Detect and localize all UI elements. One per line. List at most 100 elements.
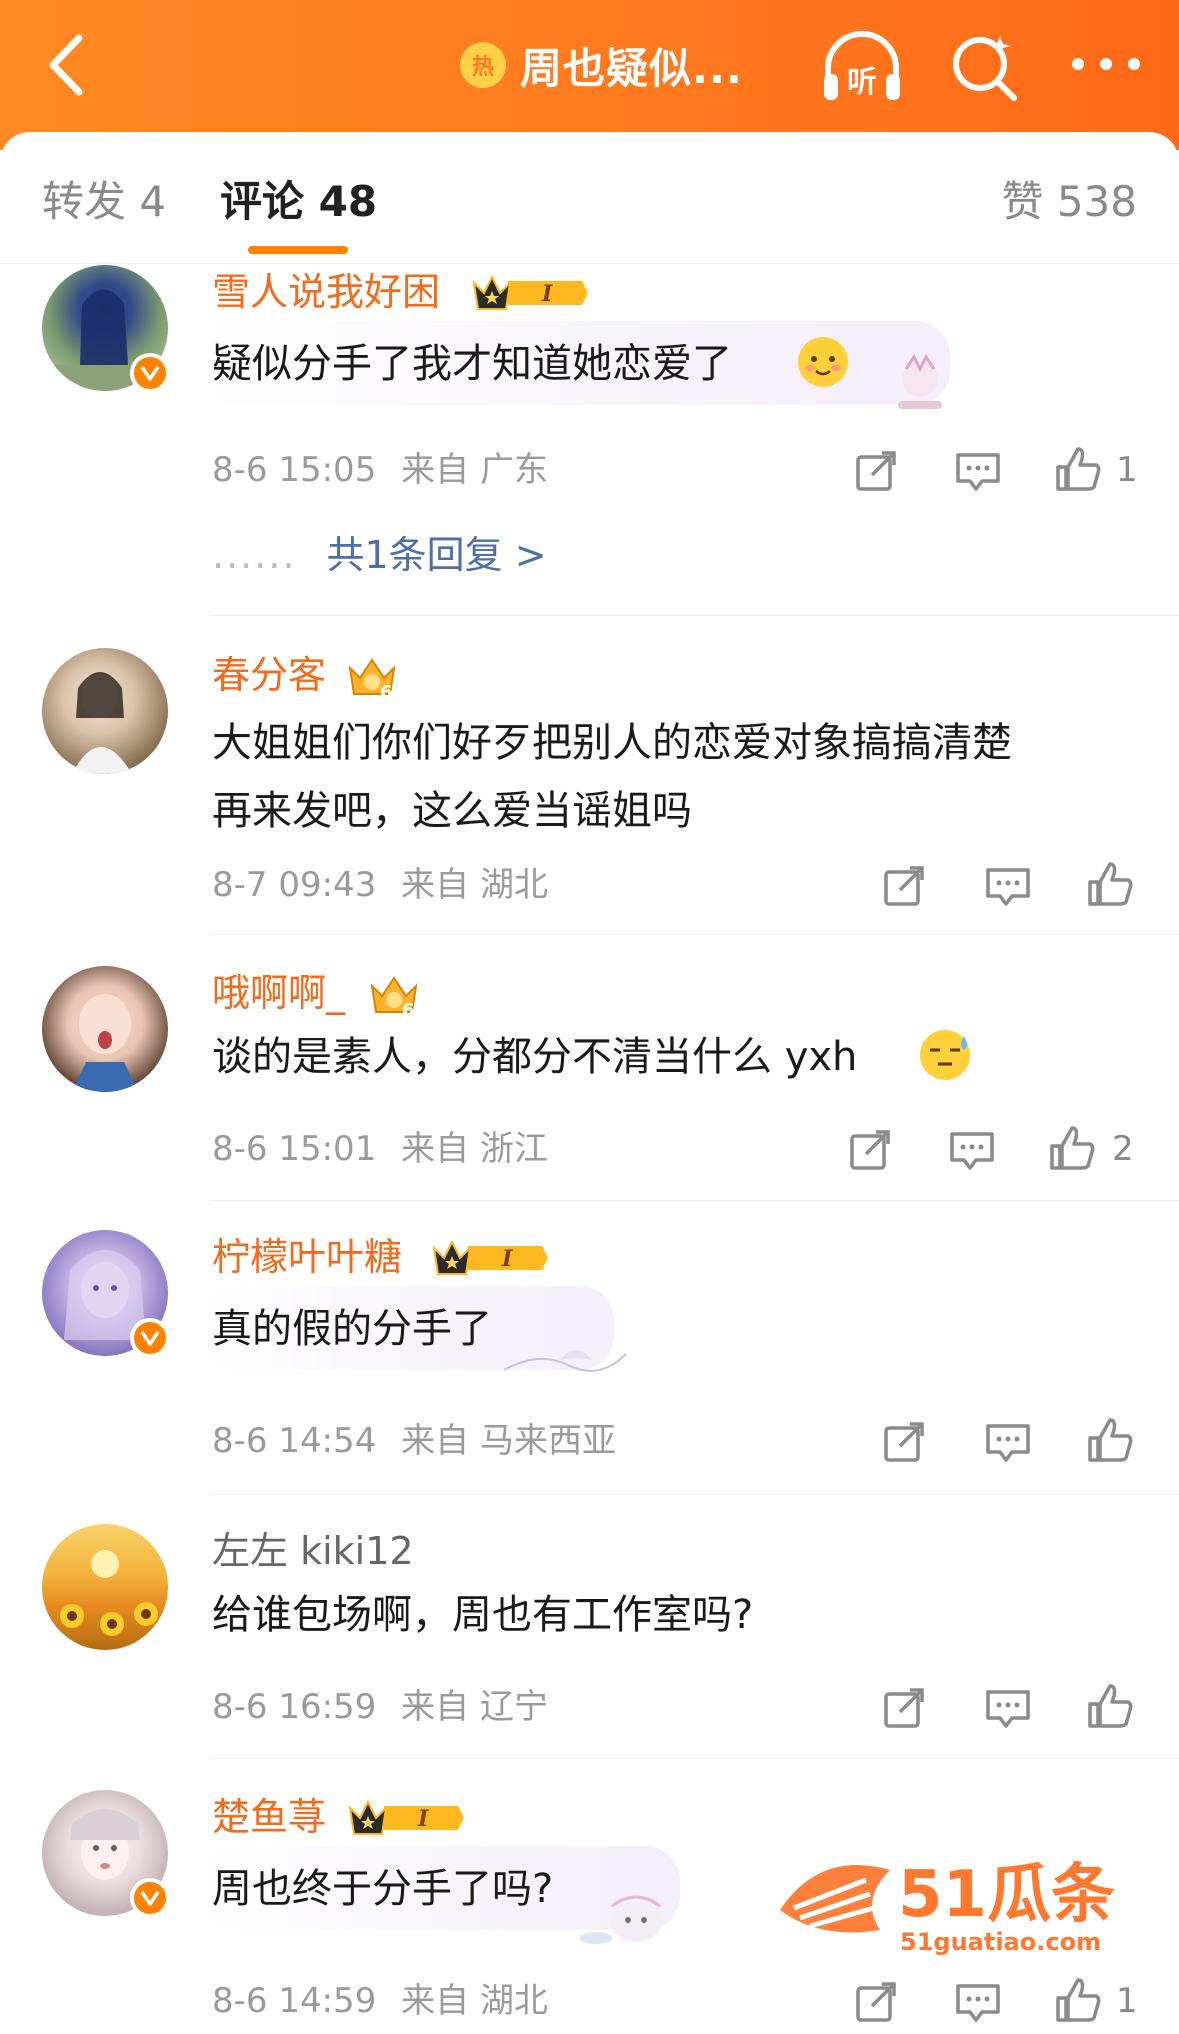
share-icon[interactable]: [846, 1126, 894, 1174]
avatar-figure-icon: [72, 994, 138, 1092]
listen-label: 听: [847, 65, 877, 100]
avatar[interactable]: [42, 648, 168, 774]
page-title[interactable]: 热 周也疑似...: [460, 32, 743, 98]
comment-location: 来自 辽宁: [401, 1687, 548, 1727]
comment-meta: 8-6 15:01 来自 浙江: [212, 1126, 548, 1172]
username[interactable]: 春分客: [212, 650, 326, 700]
reply-count-text: 共1条回复 >: [326, 533, 547, 577]
comment-text: 真的假的分手了: [212, 1306, 492, 1352]
like-count: 1: [1116, 450, 1138, 490]
comment-time: 8-6 14:54: [212, 1421, 377, 1461]
tab-likes[interactable]: 赞 538: [1001, 172, 1137, 232]
bubble-decoration-icon: [503, 1350, 627, 1372]
comment-meta: 8-6 14:54 来自 马来西亚: [212, 1418, 616, 1464]
tab-forward[interactable]: 转发 4: [42, 172, 166, 232]
comment-meta: 8-6 15:05 来自 广东: [212, 447, 548, 493]
top-bar: 热 周也疑似... 听: [0, 0, 1179, 150]
username[interactable]: 左左 kiki12: [212, 1526, 414, 1576]
comment-location: 来自 马来西亚: [401, 1421, 616, 1461]
smile-emoji-icon: [798, 337, 848, 387]
comment-text: 周也终于分手了吗?: [212, 1866, 554, 1912]
comment-icon[interactable]: [954, 447, 1002, 495]
divider: [212, 1494, 1179, 1495]
bubble-decoration-icon: [580, 1895, 662, 1944]
comment-icon[interactable]: [954, 1978, 1002, 2026]
like-count: 2: [1112, 1129, 1134, 1169]
share-icon[interactable]: [852, 1978, 900, 2026]
like-icon[interactable]: [1086, 1416, 1134, 1464]
comment-meta: 8-6 14:59 来自 湖北: [212, 1978, 548, 2024]
sweat-emoji-icon: [920, 1030, 970, 1080]
comment-time: 8-6 16:59: [212, 1687, 377, 1727]
active-tab-indicator: [248, 246, 348, 254]
more-dot-icon: [1072, 58, 1084, 70]
comment-icon[interactable]: [984, 1684, 1032, 1732]
more-dot-icon: [1128, 58, 1140, 70]
avatar[interactable]: [42, 966, 168, 1092]
like-icon[interactable]: [1054, 1976, 1102, 2024]
comment-location: 来自 浙江: [401, 1129, 548, 1169]
username[interactable]: 柠檬叶叶糖: [212, 1232, 402, 1282]
verified-badge-icon: [130, 1318, 170, 1358]
comment-location: 来自 湖北: [401, 865, 548, 905]
share-icon[interactable]: [880, 1418, 928, 1466]
comment-time: 8-6 15:05: [212, 450, 377, 490]
comment-time: 8-6 14:59: [212, 1981, 377, 2021]
vip-crown-icon: I: [348, 1799, 464, 1835]
comment-text-line: 大姐姐们你们好歹把别人的恋爱对象搞搞清楚: [212, 720, 1012, 766]
username[interactable]: 哦啊啊_: [212, 968, 345, 1018]
divider: [212, 934, 1179, 935]
search-icon: [953, 36, 1017, 101]
like-icon[interactable]: [1048, 1124, 1096, 1172]
vip-crown-icon: 6: [370, 976, 418, 1020]
comment-text-line: 再来发吧，这么爱当谣姐吗: [212, 788, 692, 834]
divider: [212, 615, 1179, 616]
comment-icon[interactable]: [984, 1418, 1032, 1466]
comment-time: 8-7 09:43: [212, 865, 377, 905]
view-replies-link[interactable]: ...... 共1条回复 >: [212, 527, 547, 583]
vip-level: 6: [402, 1000, 415, 1020]
tab-comments[interactable]: 评论 48: [220, 172, 377, 232]
comment-text: 谈的是素人，分都分不清当什么 yxh: [212, 1034, 858, 1080]
back-button[interactable]: [30, 30, 100, 100]
search-button[interactable]: [946, 28, 1022, 108]
comment-icon[interactable]: [948, 1126, 996, 1174]
avatar[interactable]: [42, 1524, 168, 1650]
username[interactable]: 雪人说我好困: [212, 267, 440, 317]
more-dot-icon: [1100, 58, 1112, 70]
like-count: 1: [1116, 1981, 1138, 2021]
share-icon[interactable]: [880, 1684, 928, 1732]
vip-level: I: [501, 1246, 513, 1272]
username[interactable]: 楚鱼荨: [212, 1792, 326, 1842]
comment-icon[interactable]: [984, 862, 1032, 910]
share-icon[interactable]: [852, 447, 900, 495]
share-icon[interactable]: [880, 862, 928, 910]
sunflower-icon: [60, 1550, 158, 1636]
comment-text: 疑似分手了我才知道她恋爱了: [212, 341, 732, 387]
comment-meta: 8-6 16:59 来自 辽宁: [212, 1684, 548, 1730]
title-text: 周也疑似...: [520, 43, 743, 93]
like-icon[interactable]: [1054, 445, 1102, 493]
listen-button[interactable]: 听: [820, 28, 904, 108]
verified-badge-icon: [130, 1878, 170, 1918]
headphones-icon: 听: [824, 31, 900, 100]
vip-level: 6: [380, 682, 393, 702]
watermark-logo: 51瓜条 51guatiao.com: [780, 1858, 1115, 1956]
vip-crown-icon: 6: [348, 658, 396, 702]
divider: [212, 1758, 1179, 1759]
comment-text: 给谁包场啊，周也有工作室吗?: [212, 1592, 754, 1638]
comment-location: 来自 湖北: [401, 1981, 548, 2021]
comment-location: 来自 广东: [401, 450, 548, 490]
divider: [212, 1200, 1179, 1201]
reply-dots: ......: [212, 533, 297, 577]
chevron-left-icon: [49, 34, 83, 96]
watermark-brand: 51瓜条: [898, 1858, 1115, 1932]
vip-crown-icon: I: [472, 274, 588, 310]
like-icon[interactable]: [1086, 1682, 1134, 1730]
hot-badge-icon: 热: [460, 42, 506, 88]
comment-time: 8-6 15:01: [212, 1129, 377, 1169]
like-icon[interactable]: [1086, 860, 1134, 908]
more-button[interactable]: [1066, 44, 1146, 84]
avatar-figure-icon: [72, 672, 132, 774]
comment-meta: 8-7 09:43 来自 湖北: [212, 862, 548, 908]
